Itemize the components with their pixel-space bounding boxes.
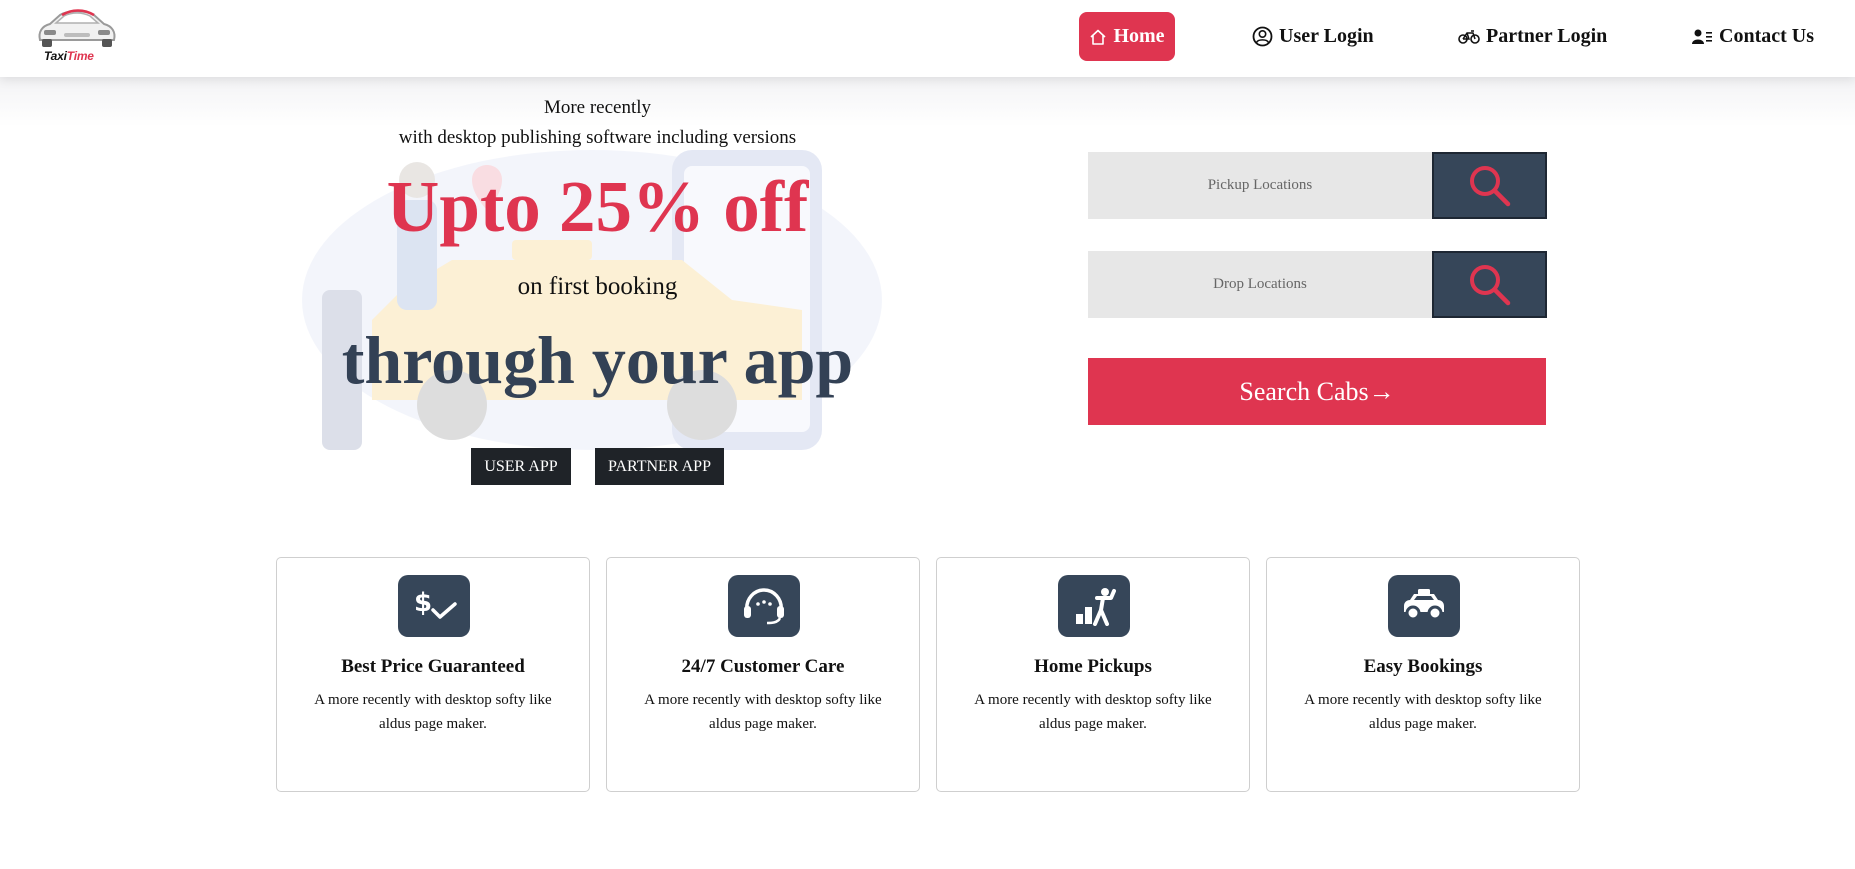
nav-user-login-link[interactable]: User Login [1252, 12, 1374, 61]
top-navbar: TaxiTime Home User Login Partner Login C… [0, 0, 1855, 77]
user-app-button[interactable]: USER APP [471, 448, 571, 485]
drop-location-row [1088, 251, 1547, 318]
hero-headline: through your app [341, 322, 854, 398]
svg-text:$: $ [414, 588, 432, 618]
search-icon [1469, 165, 1510, 206]
nav-user-login-label: User Login [1279, 25, 1374, 47]
feature-description: A more recently with desktop softy like … [314, 692, 552, 732]
feature-description: A more recently with desktop softy like … [1304, 692, 1542, 732]
feature-icon-badge [728, 575, 800, 637]
car-logo-icon [38, 9, 116, 47]
feature-card-customer-care: 24/7 Customer Care A more recently with … [606, 557, 920, 792]
logo-wordmark: TaxiTime [44, 49, 94, 63]
feature-card-home-pickups: Home Pickups A more recently with deskto… [936, 557, 1250, 792]
headset-icon [744, 588, 784, 625]
feature-description: A more recently with desktop softy like … [974, 692, 1212, 732]
logo-text-part1: Taxi [44, 49, 67, 63]
hero-line-2: with desktop publishing software includi… [398, 127, 797, 148]
hero-subtitle: on first booking [517, 273, 678, 300]
logo-text-part2: Time [66, 49, 94, 63]
nav-home-link[interactable]: Home [1079, 12, 1175, 61]
feature-card-easy-bookings: Easy Bookings A more recently with deskt… [1266, 557, 1580, 792]
feature-title: Best Price Guaranteed [341, 656, 525, 677]
search-icon [1469, 264, 1510, 305]
nav-partner-login-label: Partner Login [1486, 25, 1608, 47]
feature-title: 24/7 Customer Care [681, 656, 845, 677]
feature-icon-badge [1058, 575, 1130, 637]
pickup-location-row [1088, 152, 1547, 219]
nav-contact-us-link[interactable]: Contact Us [1691, 12, 1814, 61]
partner-app-button[interactable]: PARTNER APP [595, 448, 724, 485]
feature-title: Home Pickups [1034, 656, 1152, 677]
taxitime-logo[interactable]: TaxiTime [34, 6, 120, 66]
hero-line-1: More recently [543, 97, 652, 118]
drop-search-button[interactable] [1432, 251, 1547, 318]
pickup-location-input[interactable] [1088, 152, 1432, 219]
feature-description: A more recently with desktop softy like … [644, 692, 882, 732]
nav-home-label: Home [1113, 25, 1165, 47]
search-cabs-button[interactable]: Search Cabs→ [1088, 358, 1546, 425]
feature-icon-badge: $ [398, 575, 470, 637]
drop-location-input[interactable] [1088, 251, 1432, 318]
nav-partner-login-link[interactable]: Partner Login [1458, 12, 1607, 61]
bicycle-icon [1458, 29, 1480, 44]
nav-contact-us-label: Contact Us [1719, 25, 1814, 47]
feature-icon-badge [1388, 575, 1460, 637]
feature-card-best-price: $ Best Price Guaranteed A more recently … [276, 557, 590, 792]
hero-background-band [0, 77, 1855, 127]
pickup-search-button[interactable] [1432, 152, 1547, 219]
hero-offer-heading: Upto 25% off [386, 166, 809, 247]
car-icon [1404, 589, 1444, 621]
feature-title: Easy Bookings [1363, 656, 1483, 677]
home-icon [1090, 29, 1106, 45]
home-pickup-icon [1076, 588, 1116, 626]
price-tag-icon: $ [414, 588, 457, 619]
user-circle-icon [1252, 26, 1273, 47]
contact-card-icon [1692, 29, 1712, 44]
